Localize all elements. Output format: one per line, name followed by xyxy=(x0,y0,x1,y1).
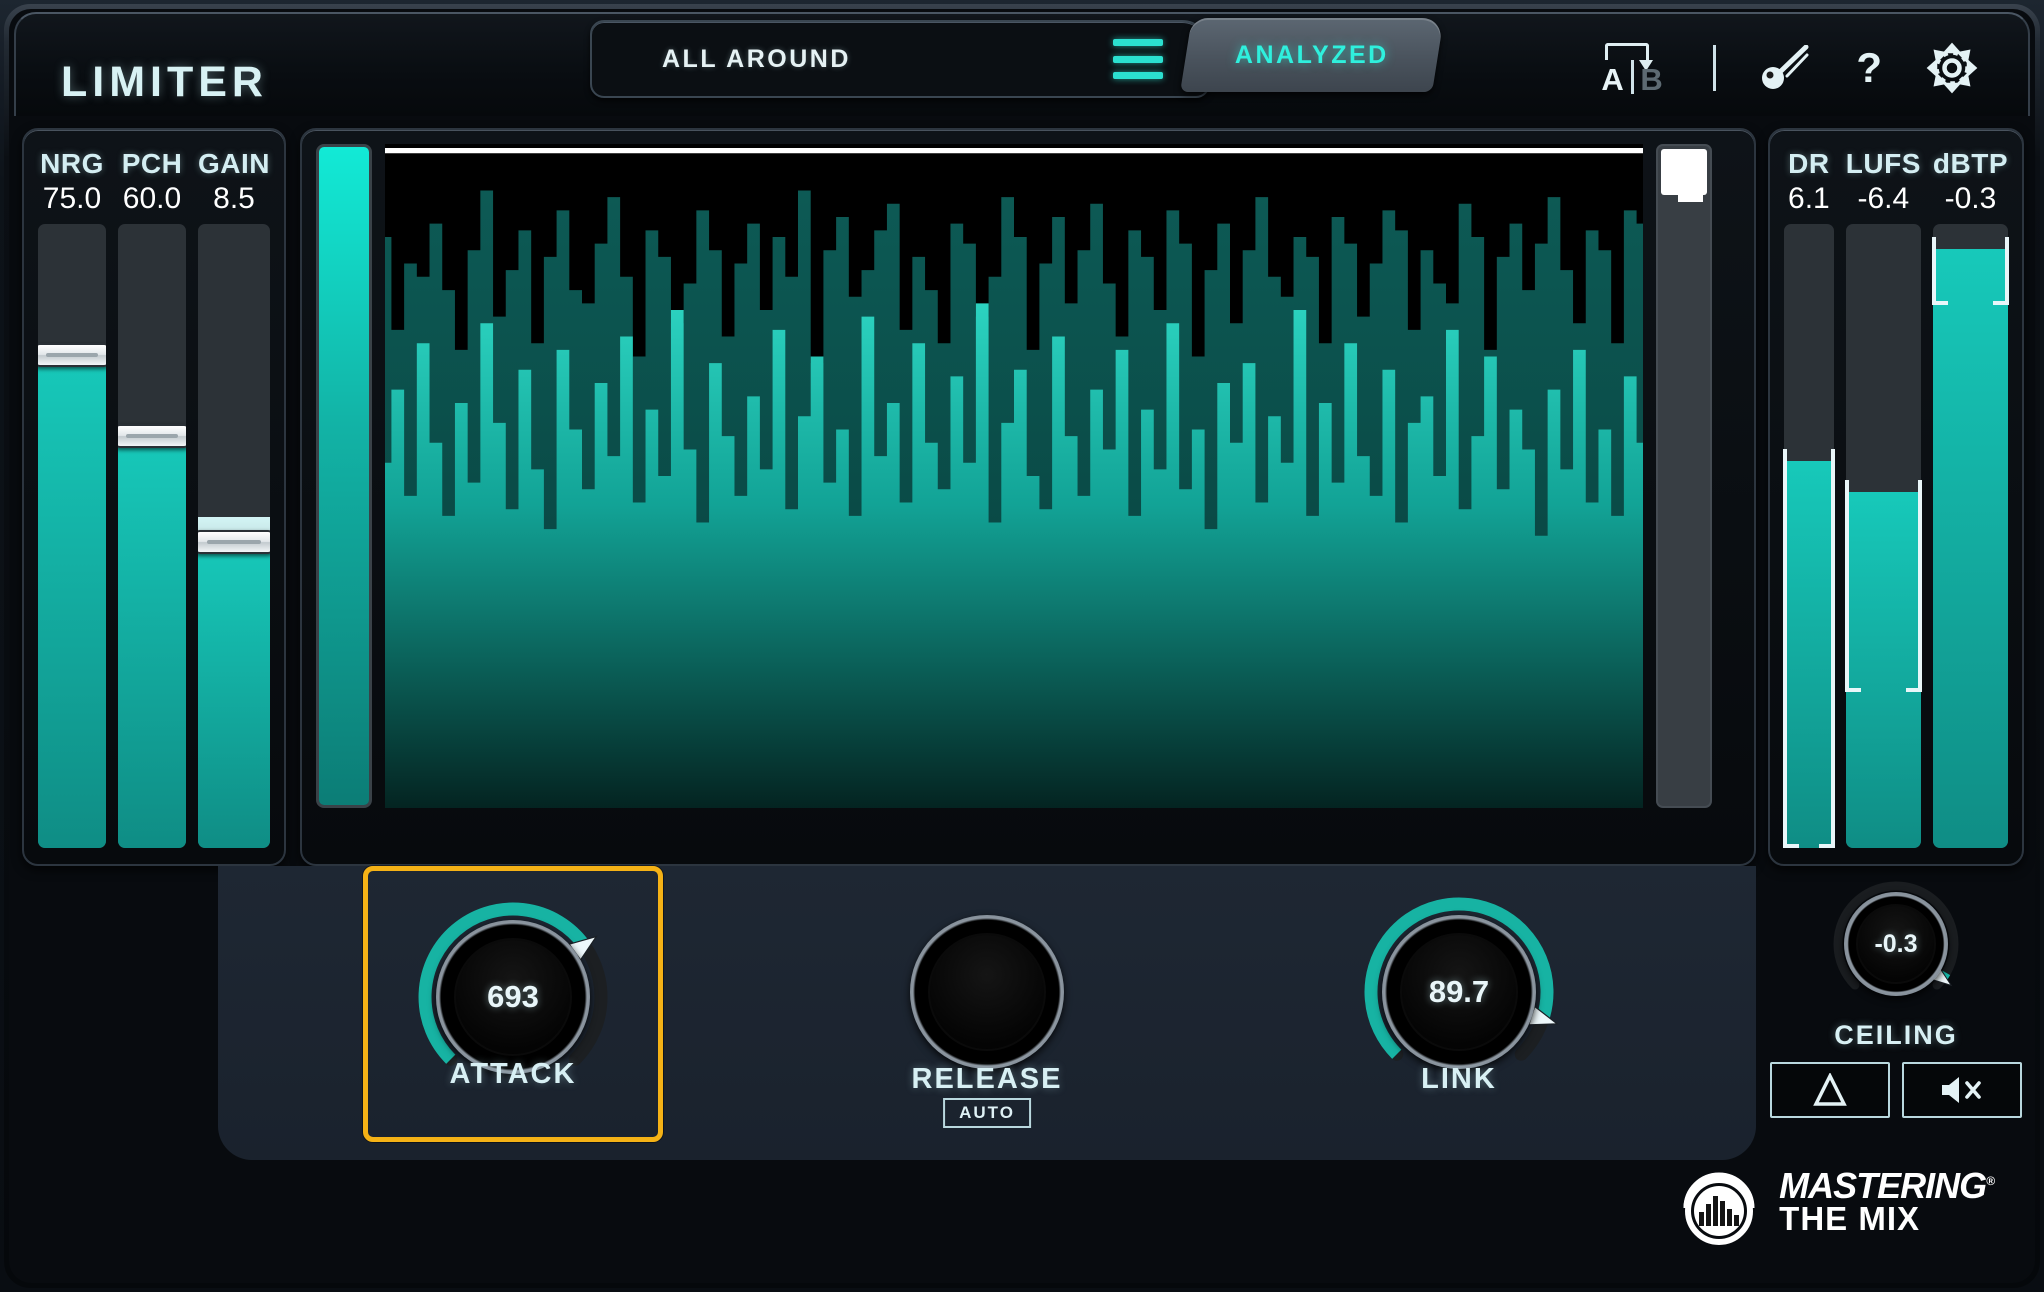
fader-column-nrg: NRG 75.0 xyxy=(38,148,106,848)
loudness-column-lufs: LUFS -6.4 xyxy=(1844,148,1923,848)
fader-track-pch[interactable] xyxy=(118,224,186,848)
attack-label: ATTACK xyxy=(449,1058,577,1090)
loudness-track-lufs xyxy=(1844,224,1923,848)
control-cell-attack: 693 ATTACK xyxy=(363,866,663,1142)
delta-triangle-icon xyxy=(1813,1073,1847,1106)
control-cell-link: 89.7 LINK xyxy=(1309,866,1609,1142)
brand-logo-line2: THE MIX xyxy=(1779,1200,1920,1238)
link-label: LINK xyxy=(1421,1063,1497,1095)
ab-a-label: A xyxy=(1601,62,1624,97)
ab-copy-arrow-icon xyxy=(1605,43,1654,71)
tab-analyzed[interactable]: ANALYZED xyxy=(1180,18,1444,92)
header-divider xyxy=(1713,45,1717,91)
tab-analyzed-label: ANALYZED xyxy=(1235,40,1389,69)
menu-bar-3 xyxy=(1113,72,1163,79)
analyzer-panel xyxy=(300,128,1756,866)
menu-bar-2 xyxy=(1113,55,1163,63)
gain-reduction-meter xyxy=(1656,144,1712,808)
ceiling-knob-body: -0.3 xyxy=(1844,892,1948,996)
fader-label: NRG xyxy=(40,148,104,179)
loudness-track-dr xyxy=(1783,224,1835,849)
brand-logo-text: MASTERING® THE MIX xyxy=(1779,1168,1995,1238)
fader-track-gain[interactable] xyxy=(198,224,270,848)
waveform-svg xyxy=(385,144,1643,808)
fader-track-nrg[interactable] xyxy=(38,224,106,848)
loudness-track-dbtp xyxy=(1931,224,2010,848)
delta-button[interactable] xyxy=(1770,1062,1890,1118)
loudness-value: 6.1 xyxy=(1788,182,1830,215)
loudness-fill xyxy=(1845,492,1921,848)
link-knob-value: 89.7 xyxy=(1428,974,1490,1009)
ceiling-buttons xyxy=(1768,1062,2024,1118)
preset-selector[interactable]: ALL AROUND xyxy=(590,20,1210,98)
brand-logo: MASTERING® THE MIX xyxy=(1673,1156,1995,1248)
fader-handle-gain[interactable] xyxy=(198,530,270,555)
mute-button[interactable] xyxy=(1902,1062,2022,1118)
ab-compare-button[interactable]: A B xyxy=(1597,38,1669,98)
loudness-label: DR xyxy=(1788,148,1830,179)
controls-strip: 693 ATTACK RELEASE AUTO 89.7 LINK xyxy=(218,866,1756,1160)
preset-name: ALL AROUND xyxy=(662,44,851,73)
header-tools: A B ? xyxy=(1597,38,1978,98)
control-cell-release: RELEASE AUTO xyxy=(837,866,1137,1142)
loudness-column-dbtp: dBTP -0.3 xyxy=(1931,148,2010,848)
fader-label: GAIN xyxy=(198,148,270,179)
fader-handle-nrg[interactable] xyxy=(38,343,106,368)
loudness-fill xyxy=(1932,248,2008,848)
loudness-column-dr: DR 6.1 xyxy=(1783,148,1835,849)
ceiling-label: CEILING xyxy=(1834,1020,1958,1050)
release-knob-face xyxy=(928,933,1046,1051)
link-knob-face: 89.7 xyxy=(1400,933,1518,1051)
menu-bar-1 xyxy=(1113,39,1163,46)
attack-knob-face: 693 xyxy=(454,938,572,1056)
fader-fill xyxy=(38,355,106,848)
waveform-display[interactable] xyxy=(385,144,1643,808)
fader-value: 60.0 xyxy=(122,182,182,215)
ceiling-knob[interactable]: -0.3 xyxy=(1826,874,1966,1014)
loudness-label: LUFS xyxy=(1845,148,1921,179)
release-label: RELEASE xyxy=(911,1063,1063,1095)
link-knob-body: 89.7 xyxy=(1382,915,1536,1069)
brand-logo-line1: MASTERING® xyxy=(1779,1168,1995,1204)
fader-fill xyxy=(198,542,270,848)
attack-knob-value: 693 xyxy=(487,979,539,1014)
brand-registered-mark: ® xyxy=(1986,1174,1995,1189)
headphones-eq-logo-icon xyxy=(1683,1172,1755,1245)
fader-column-gain: GAIN 8.5 xyxy=(198,148,270,848)
gear-icon[interactable] xyxy=(1926,42,1978,94)
fader-value: 75.0 xyxy=(42,182,102,215)
key-icon[interactable] xyxy=(1760,45,1812,91)
output-level-meter-fill xyxy=(319,147,369,805)
ceiling-knob-value: -0.3 xyxy=(1874,929,1918,958)
hamburger-menu-icon[interactable] xyxy=(1113,39,1163,79)
help-icon[interactable]: ? xyxy=(1856,47,1882,89)
loudness-meter-columns: DR 6.1 LUFS -6.4 dBTP -0.3 xyxy=(1770,130,2022,864)
fader-handle-pch[interactable] xyxy=(118,424,186,449)
loudness-meter-panel: DR 6.1 LUFS -6.4 dBTP -0.3 xyxy=(1768,128,2024,866)
gain-reduction-meter-fill xyxy=(1661,149,1707,203)
loudness-value: -0.3 xyxy=(1944,182,1997,215)
header: LIMITER ALL AROUND ANALYZED A B ? xyxy=(14,12,2030,116)
loudness-fill xyxy=(1784,461,1834,848)
ceiling-section: -0.3 CEILING xyxy=(1768,874,2024,1124)
fader-column-pch: PCH 60.0 xyxy=(118,148,186,848)
page-title: LIMITER xyxy=(61,58,268,106)
release-auto-badge[interactable]: AUTO xyxy=(943,1098,1031,1128)
release-knob-body xyxy=(910,915,1064,1069)
ab-separator xyxy=(1631,60,1635,94)
attack-knob-body: 693 xyxy=(436,920,590,1074)
ab-b-label: B xyxy=(1640,62,1663,97)
input-meter-columns: NRG 75.0 PCH 60.0 GAIN 8.5 xyxy=(24,130,284,864)
fader-fill xyxy=(118,436,186,848)
input-meter-panel: NRG 75.0 PCH 60.0 GAIN 8.5 xyxy=(22,128,286,866)
ceiling-knob-face: -0.3 xyxy=(1856,904,1936,984)
brand-logo-line1-text: MASTERING xyxy=(1779,1165,1987,1207)
output-level-meter xyxy=(316,144,372,808)
loudness-label: dBTP xyxy=(1932,148,2008,179)
fader-label: PCH xyxy=(121,148,183,179)
loudness-value: -6.4 xyxy=(1857,182,1910,215)
speaker-mute-icon xyxy=(1942,1077,1981,1103)
fader-value: 8.5 xyxy=(213,182,255,215)
